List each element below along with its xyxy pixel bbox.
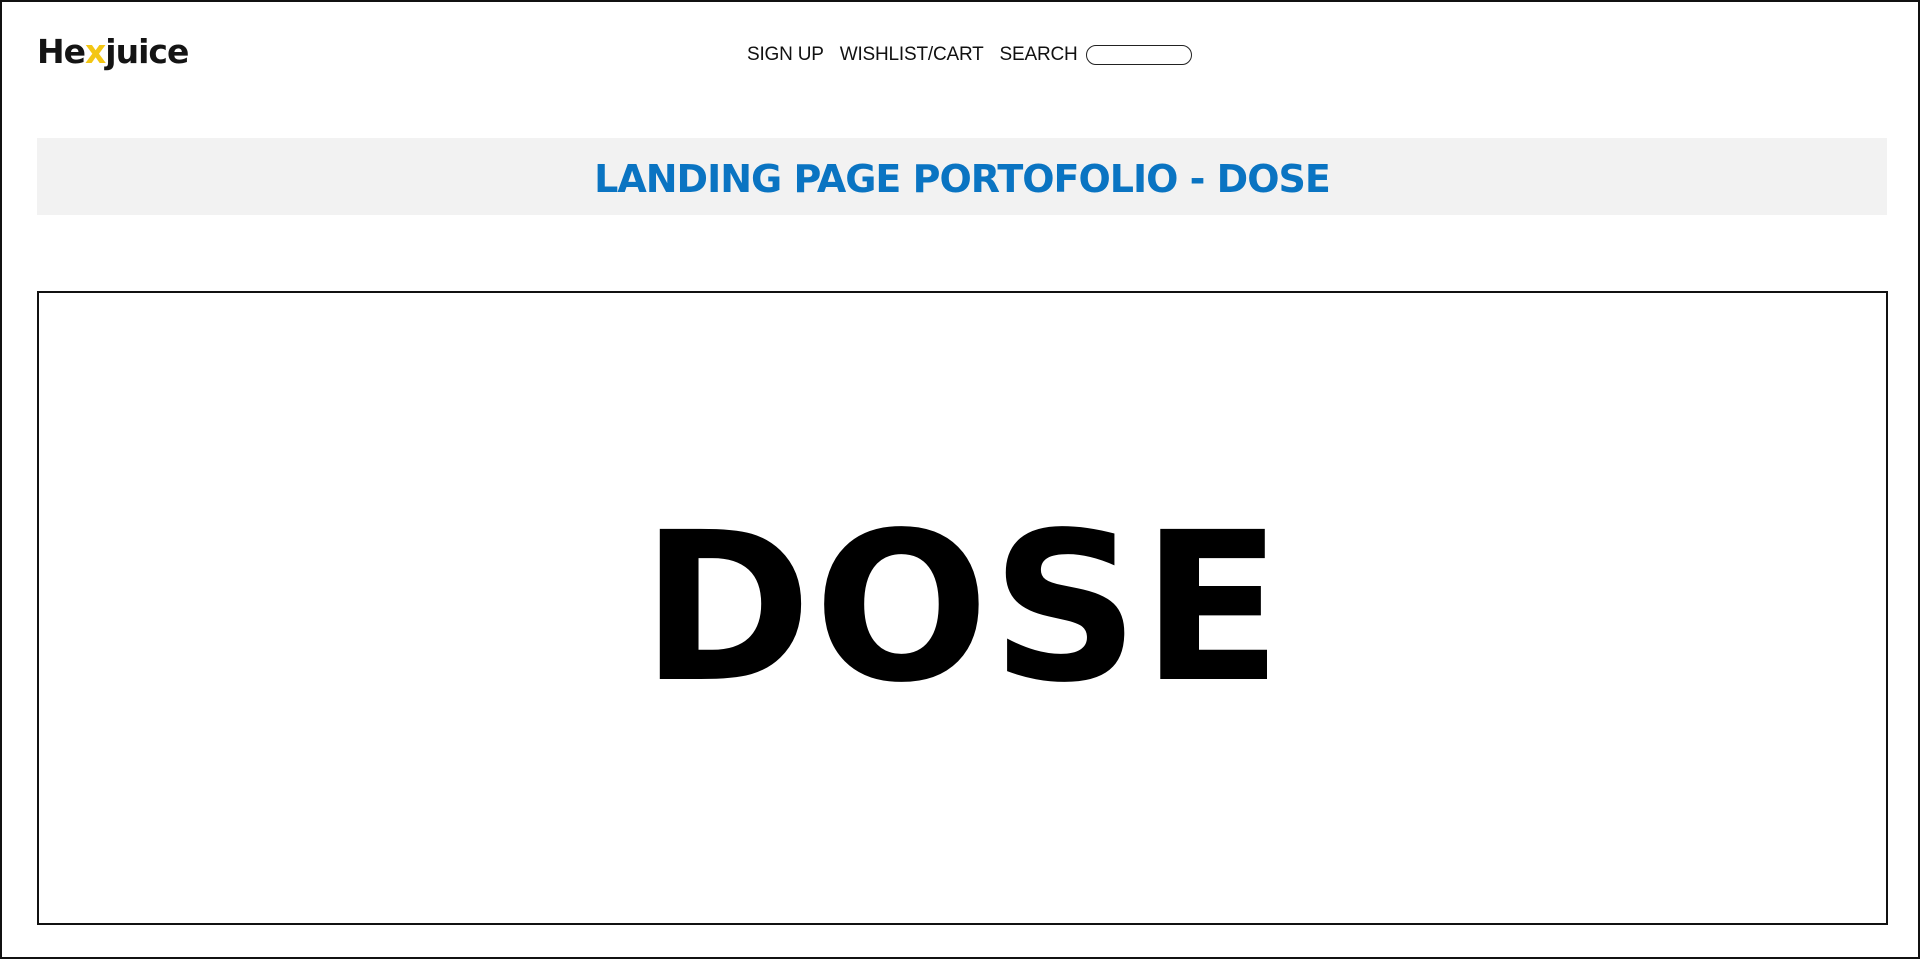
logo-suffix: juice [105, 32, 189, 71]
hero-wordmark: DOSE [640, 488, 1285, 728]
search-input[interactable] [1085, 45, 1192, 65]
logo-prefix: He [37, 32, 86, 71]
page-frame: Hexjuice SIGN UP WISHLIST/CART SEARCH LA… [0, 0, 1920, 959]
logo-accent: x [85, 32, 106, 71]
wishlist-cart-link[interactable]: WISHLIST/CART [840, 44, 984, 66]
search-label: SEARCH [999, 44, 1078, 65]
page-title: LANDING PAGE PORTOFOLIO - DOSE [594, 156, 1331, 201]
sign-up-link[interactable]: SIGN UP [747, 44, 824, 66]
hero-preview: DOSE [37, 291, 1888, 925]
top-nav: SIGN UP WISHLIST/CART SEARCH [747, 40, 1192, 70]
title-banner: LANDING PAGE PORTOFOLIO - DOSE [37, 138, 1887, 215]
hexjuice-logo[interactable]: Hexjuice [37, 30, 189, 74]
